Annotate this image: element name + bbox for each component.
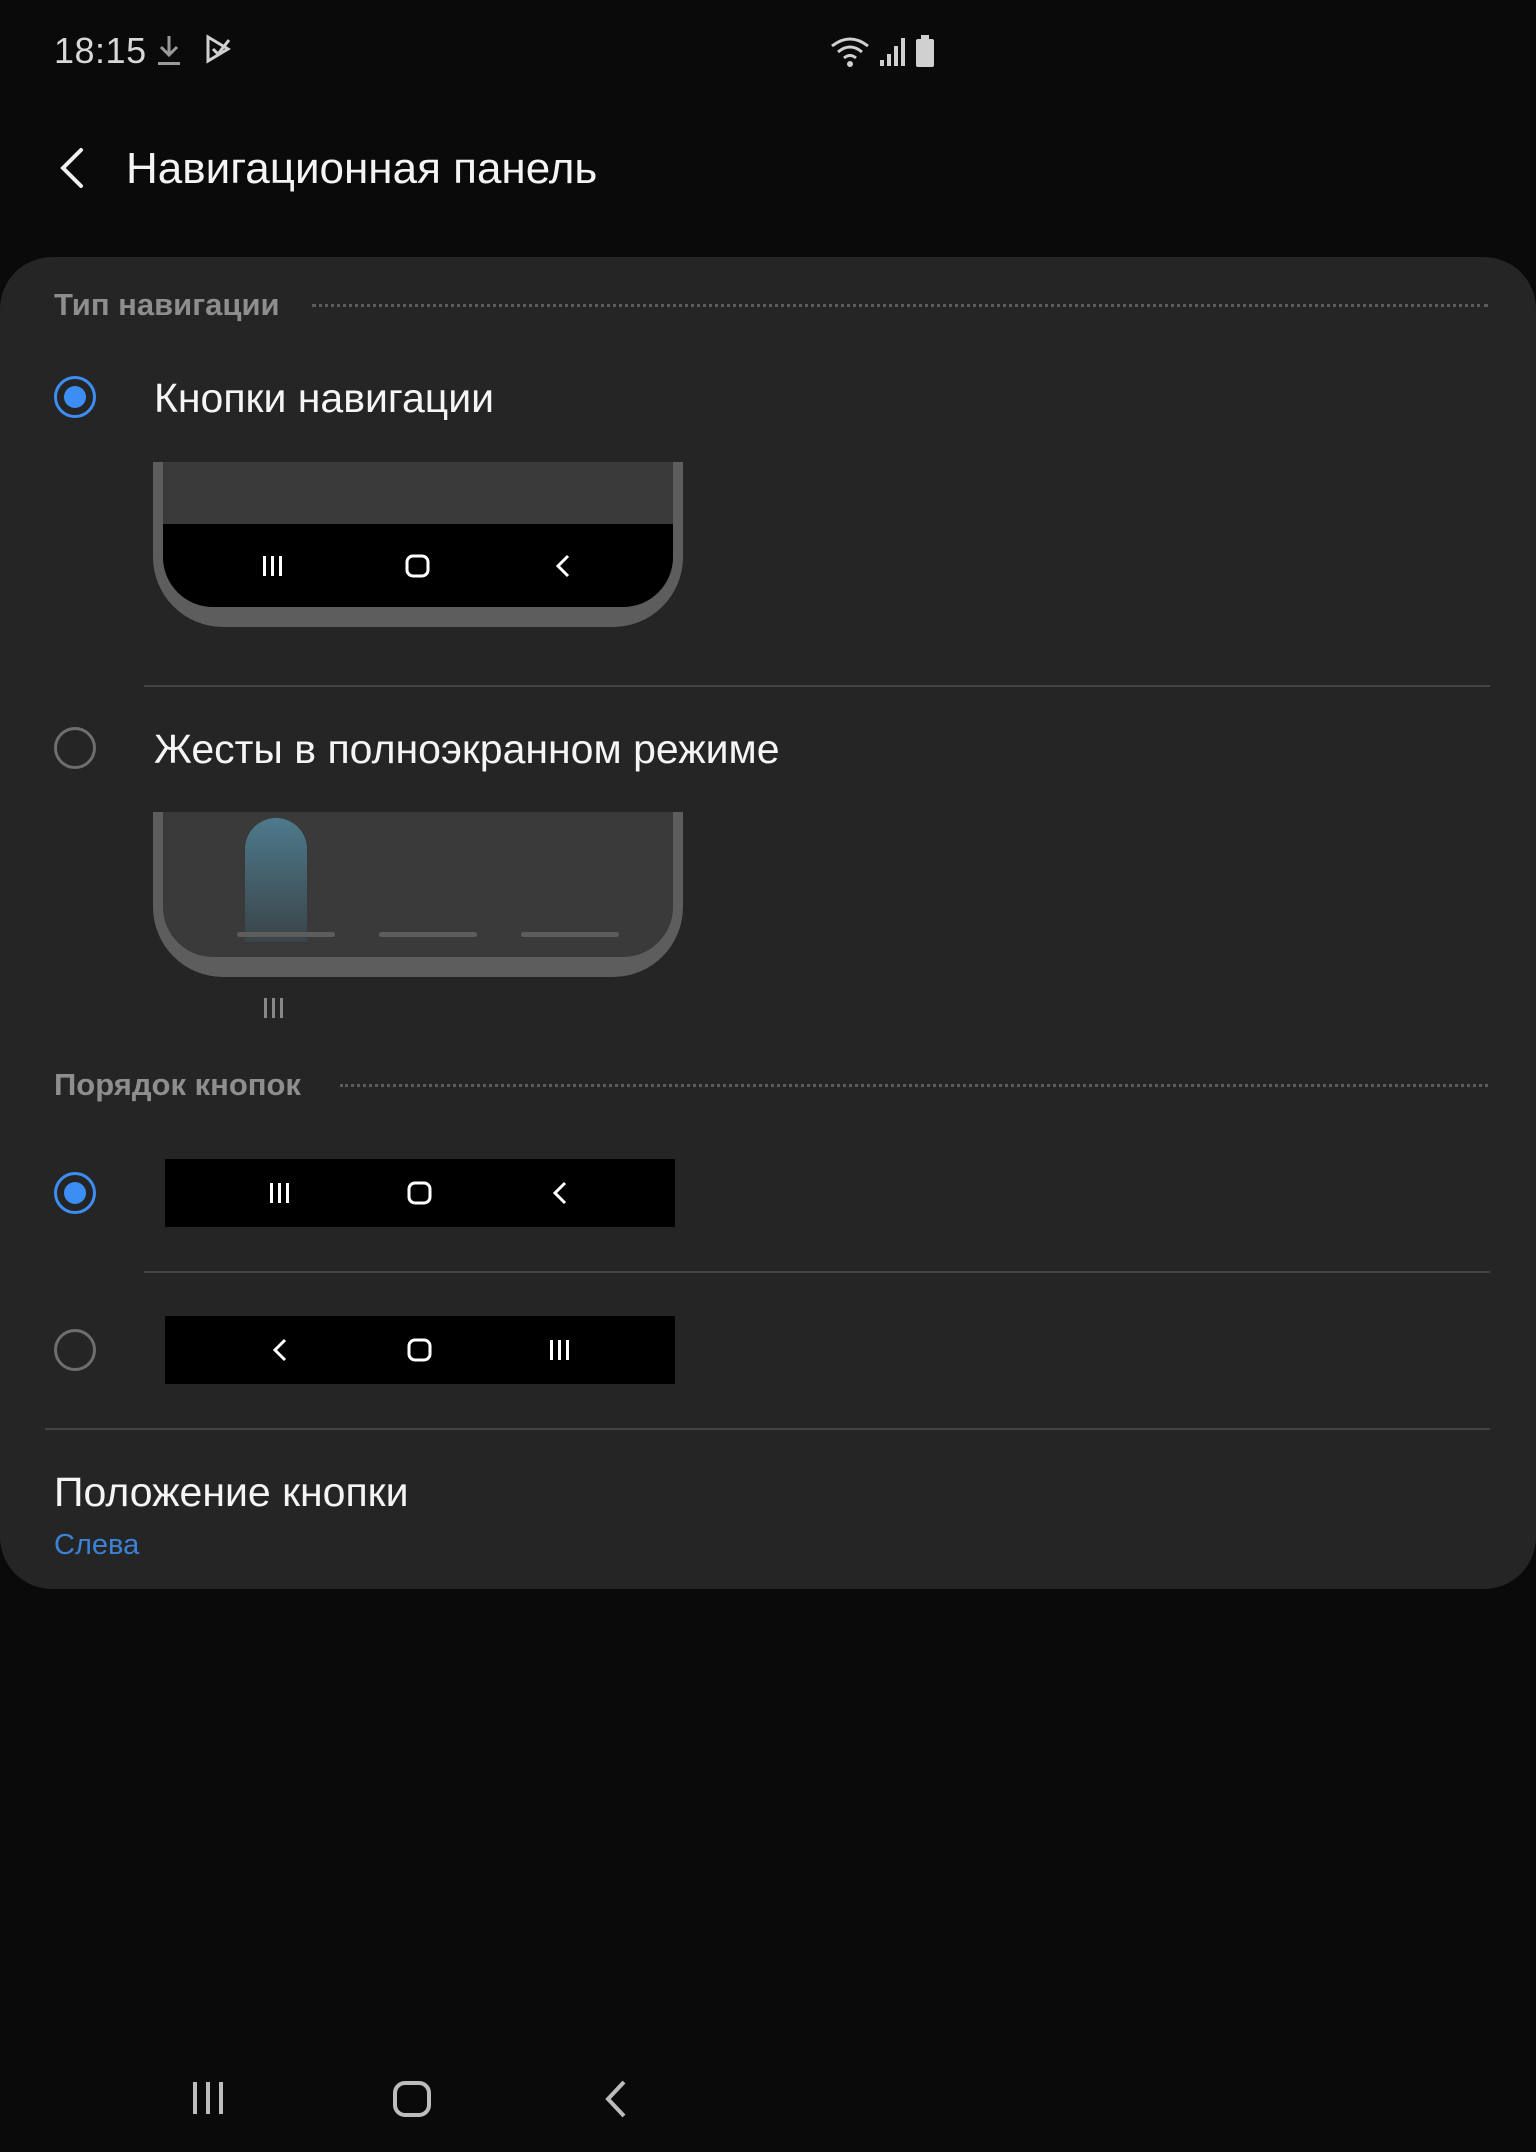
wifi-icon [830,36,870,73]
status-icons-right [830,34,936,73]
recents-icon [540,1330,580,1370]
status-bar: 18:15 [0,0,1536,110]
section-dots [340,1084,1488,1087]
radio-nav-buttons[interactable] [54,376,96,418]
section-header-nav-type: Тип навигации [54,287,280,322]
battery-icon [914,34,936,73]
system-home-button[interactable] [392,2080,432,2123]
divider [144,1271,1490,1273]
radio-order-back-first[interactable] [54,1329,96,1371]
button-position-row[interactable]: Положение кнопки Слева [0,1429,1536,1579]
divider [144,685,1490,687]
radio-gestures[interactable] [54,727,96,769]
gesture-hint-bar [379,932,477,937]
gesture-recents-icon [262,997,286,1024]
order-preview-recents-first[interactable] [165,1159,675,1227]
swipe-gesture-indicator [245,818,307,942]
home-icon [400,1330,440,1370]
app-header: Навигационная панель [0,120,1536,220]
status-time: 18:15 [54,30,147,71]
gestures-preview[interactable] [153,812,683,977]
signal-icon [878,36,906,73]
home-icon [398,546,438,586]
back-button[interactable] [46,140,98,200]
status-icons-left [156,34,232,73]
section-header-button-order: Порядок кнопок [54,1067,301,1102]
download-icon [156,34,182,73]
nav-buttons-preview[interactable] [153,462,683,627]
home-icon [400,1173,440,1213]
system-back-button[interactable] [602,2078,630,2125]
chevron-left-icon [57,146,87,195]
gesture-hint-bar [237,932,335,937]
section-dots [312,304,1488,307]
page-title: Навигационная панель [126,144,598,193]
system-recents-button[interactable] [190,2080,226,2121]
option-nav-buttons-label: Кнопки навигации [154,375,495,421]
settings-card: Тип навигации Кнопки навигации Жесты в п… [0,257,1536,1589]
button-position-title: Положение кнопки [54,1469,409,1515]
gesture-hint-bar [521,932,619,937]
play-store-icon [204,34,232,73]
radio-order-recents-first[interactable] [54,1172,96,1214]
order-preview-back-first[interactable] [165,1316,675,1384]
option-gestures-label: Жесты в полноэкранном режиме [154,726,780,772]
button-position-value: Слева [54,1529,140,1561]
system-nav-bar [0,2060,1536,2140]
preview-navbar [163,524,673,607]
recents-icon [260,1173,300,1213]
recents-icon [253,546,293,586]
back-icon [543,546,583,586]
back-icon [540,1173,580,1213]
back-icon [260,1330,300,1370]
